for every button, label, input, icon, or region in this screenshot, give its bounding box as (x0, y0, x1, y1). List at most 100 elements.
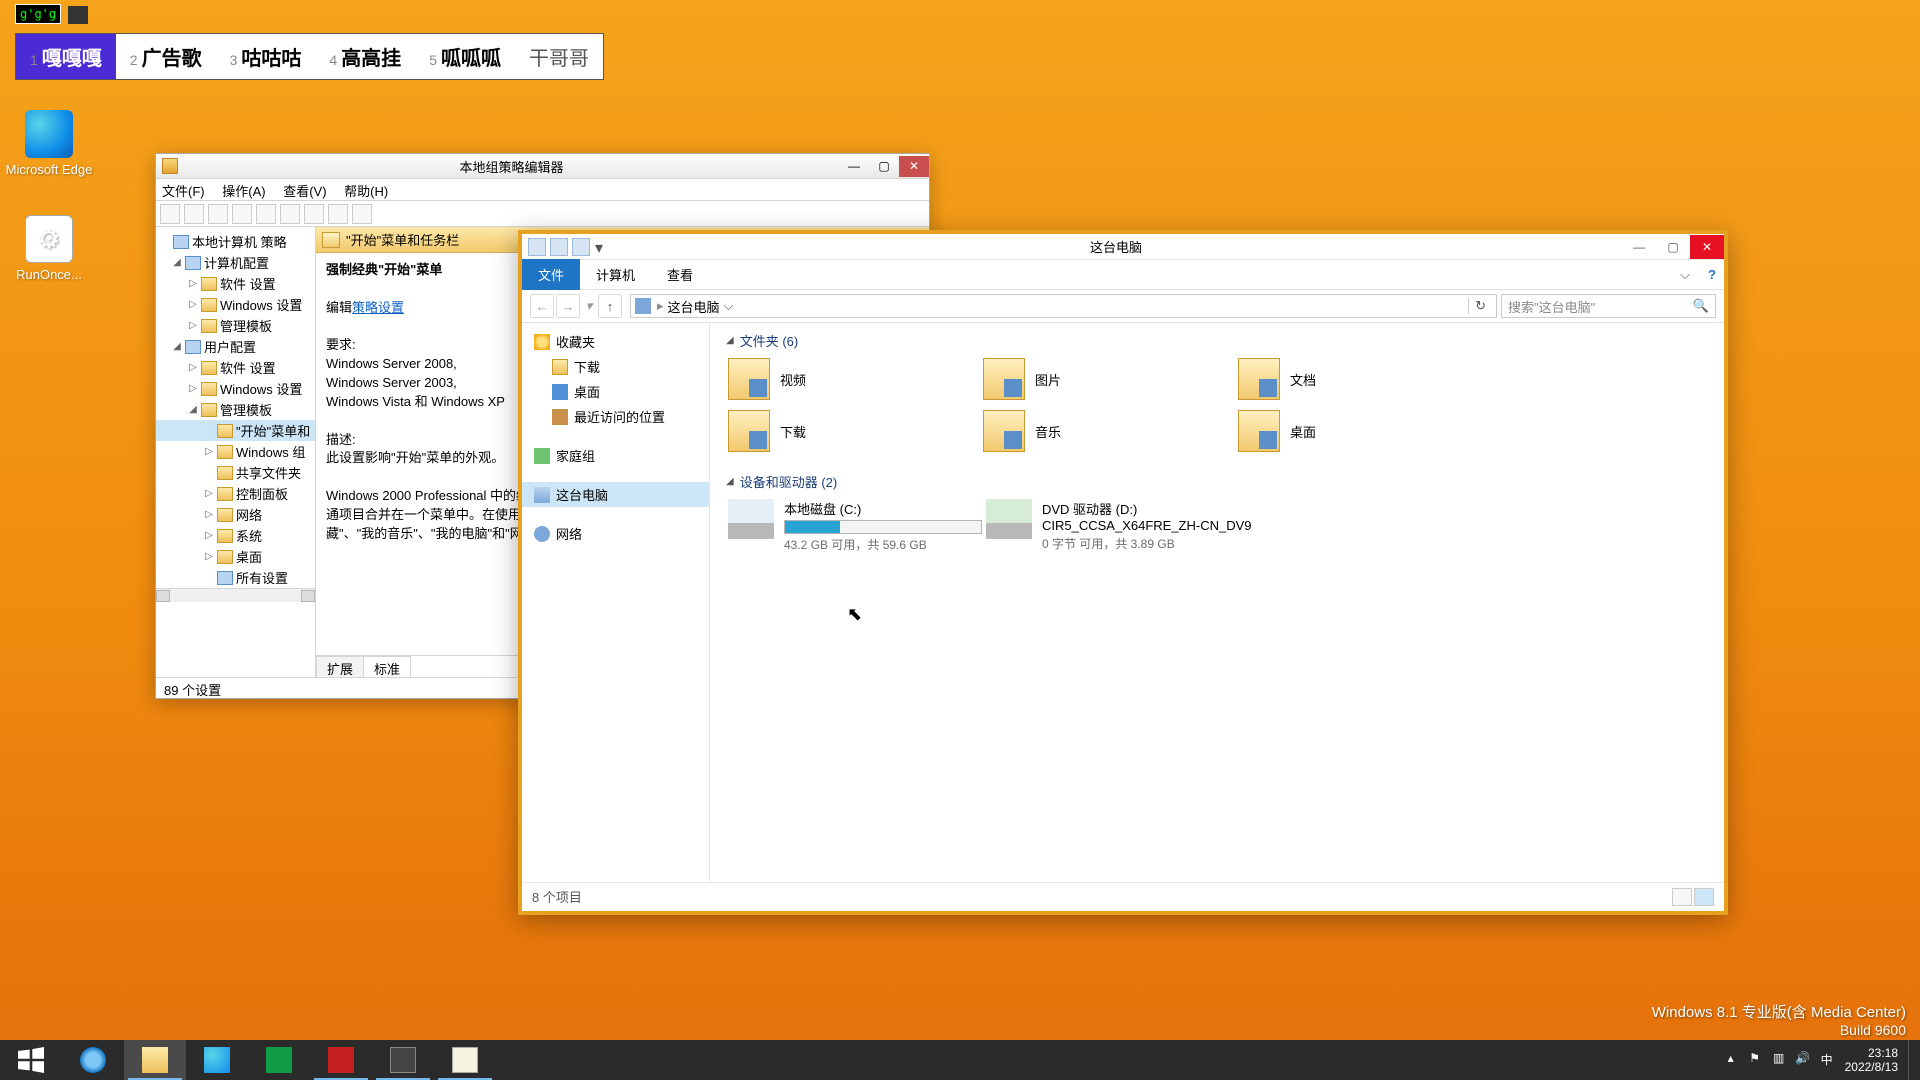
qa-dropdown-icon[interactable]: ▾ (594, 238, 604, 256)
maximize-button[interactable]: ▢ (1656, 235, 1690, 259)
tab-extended[interactable]: 扩展 (316, 656, 364, 677)
tree-node[interactable]: 所有设置 (156, 567, 315, 588)
scroll-left-icon[interactable] (156, 590, 170, 602)
taskbar-notepad[interactable] (434, 1040, 496, 1080)
content-pane[interactable]: ◢文件夹 (6) 视频 图片 文档 下载 音乐 桌面 ◢设备和驱动器 (2) 本… (710, 323, 1724, 882)
ime-input[interactable]: g'g'g (15, 4, 61, 24)
close-button[interactable]: ✕ (899, 156, 929, 177)
tool-help-icon[interactable] (280, 204, 300, 224)
taskbar-app[interactable] (372, 1040, 434, 1080)
close-button[interactable]: ✕ (1690, 235, 1724, 259)
qa-newfolder-icon[interactable] (572, 238, 590, 256)
tray-network-icon[interactable]: ▥ (1770, 1051, 1788, 1069)
tray-action-center-icon[interactable]: ⚑ (1746, 1051, 1764, 1069)
menu-action[interactable]: 操作(A) (222, 184, 265, 199)
tree-node-user-config[interactable]: ◢用户配置 (156, 336, 315, 357)
edit-policy-link[interactable]: 策略设置 (352, 300, 404, 315)
nav-homegroup[interactable]: 家庭组 (522, 443, 709, 468)
maximize-button[interactable]: ▢ (869, 156, 899, 177)
folder-pictures[interactable]: 图片 (981, 356, 1236, 402)
tree-node-computer-config[interactable]: ◢计算机配置 (156, 252, 315, 273)
menu-file[interactable]: 文件(F) (162, 184, 205, 199)
tree-node[interactable]: ▷桌面 (156, 546, 315, 567)
tree-node[interactable]: ▷软件 设置 (156, 273, 315, 294)
tab-computer[interactable]: 计算机 (580, 259, 651, 290)
tree-node-start-menu[interactable]: "开始"菜单和 (156, 420, 315, 441)
desktop-icon-runonce[interactable]: ⚙ RunOnce... (4, 215, 94, 282)
ime-more[interactable]: 干哥哥 (515, 34, 603, 79)
drive-c[interactable]: 本地磁盘 (C:) 43.2 GB 可用，共 59.6 GB (726, 497, 984, 555)
ribbon-collapse-icon[interactable]: ⌵ (1680, 267, 1690, 283)
nav-desktop[interactable]: 桌面 (522, 379, 709, 404)
folder-documents[interactable]: 文档 (1236, 356, 1491, 402)
tree-node[interactable]: ◢管理模板 (156, 399, 315, 420)
tree-node-root[interactable]: 本地计算机 策略 (156, 231, 315, 252)
address-dropdown-icon[interactable]: ⌵ (724, 298, 734, 314)
ime-candidate[interactable]: 2广告歌 (116, 34, 216, 79)
nav-network[interactable]: 网络 (522, 521, 709, 546)
menu-help[interactable]: 帮助(H) (344, 184, 388, 199)
minimize-button[interactable]: — (1622, 235, 1656, 259)
titlebar[interactable]: ▾ 这台电脑 — ▢ ✕ (522, 234, 1724, 260)
ime-candidate[interactable]: 3咕咕咕 (216, 34, 316, 79)
taskbar-edge[interactable] (186, 1040, 248, 1080)
view-details-button[interactable] (1672, 888, 1692, 906)
search-input[interactable]: 搜索"这台电脑" 🔍 (1501, 294, 1716, 318)
tool-refresh-icon[interactable] (232, 204, 252, 224)
tool-back-icon[interactable] (160, 204, 180, 224)
taskbar-app[interactable] (310, 1040, 372, 1080)
search-icon[interactable]: 🔍 (1693, 298, 1709, 314)
titlebar[interactable]: 本地组策略编辑器 — ▢ ✕ (156, 154, 929, 179)
tree-node[interactable]: ▷Windows 设置 (156, 294, 315, 315)
tree-node[interactable]: ▷Windows 组 (156, 441, 315, 462)
drive-d[interactable]: DVD 驱动器 (D:) CIR5_CCSA_X64FRE_ZH-CN_DV9 … (984, 497, 1284, 555)
start-button[interactable] (0, 1040, 62, 1080)
tray-volume-icon[interactable]: 🔊 (1794, 1051, 1812, 1069)
nav-forward-button[interactable]: → (556, 294, 580, 318)
tool-filter-icon[interactable] (352, 204, 372, 224)
folder-desktop[interactable]: 桌面 (1236, 408, 1491, 454)
tray-ime-icon[interactable]: 中 (1818, 1051, 1836, 1069)
tab-view[interactable]: 查看 (651, 259, 709, 290)
tab-standard[interactable]: 标准 (363, 656, 411, 677)
group-header-folders[interactable]: ◢文件夹 (6) (726, 331, 1708, 350)
nav-favorites[interactable]: 收藏夹 (522, 329, 709, 354)
tab-file[interactable]: 文件 (522, 259, 580, 290)
minimize-button[interactable]: — (839, 156, 869, 177)
help-icon[interactable]: ? (1708, 267, 1716, 282)
folder-videos[interactable]: 视频 (726, 356, 981, 402)
folder-downloads[interactable]: 下载 (726, 408, 981, 454)
tree-h-scrollbar[interactable] (156, 588, 315, 602)
tool-filter-icon[interactable] (304, 204, 324, 224)
nav-downloads[interactable]: 下载 (522, 354, 709, 379)
tree-node[interactable]: ▷Windows 设置 (156, 378, 315, 399)
tree-node[interactable]: ▷系统 (156, 525, 315, 546)
view-tiles-button[interactable] (1694, 888, 1714, 906)
show-desktop-button[interactable] (1908, 1040, 1916, 1080)
tree-node[interactable]: 共享文件夹 (156, 462, 315, 483)
folder-music[interactable]: 音乐 (981, 408, 1236, 454)
qa-app-icon[interactable] (528, 238, 546, 256)
qa-properties-icon[interactable] (550, 238, 568, 256)
tool-filter-icon[interactable] (328, 204, 348, 224)
tree-node[interactable]: ▷网络 (156, 504, 315, 525)
taskbar-explorer[interactable] (124, 1040, 186, 1080)
group-header-drives[interactable]: ◢设备和驱动器 (2) (726, 472, 1708, 491)
scroll-right-icon[interactable] (301, 590, 315, 602)
tray-overflow-icon[interactable]: ▴ (1722, 1051, 1740, 1069)
nav-recent[interactable]: 最近访问的位置 (522, 404, 709, 429)
ime-candidate[interactable]: 4高高挂 (315, 34, 415, 79)
tool-forward-icon[interactable] (184, 204, 204, 224)
menu-view[interactable]: 查看(V) (283, 184, 326, 199)
refresh-button[interactable]: ↻ (1468, 298, 1492, 314)
tree-node[interactable]: ▷控制面板 (156, 483, 315, 504)
address-bar[interactable]: ▸ 这台电脑 ⌵ ↻ (630, 294, 1497, 318)
ime-candidate[interactable]: 5呱呱呱 (415, 34, 515, 79)
nav-up-button[interactable]: ↑ (598, 294, 622, 318)
nav-history-dropdown[interactable]: ▾ (582, 294, 596, 318)
tree-node[interactable]: ▷管理模板 (156, 315, 315, 336)
tray-clock[interactable]: 23:18 2022/8/13 (1845, 1046, 1898, 1075)
taskbar-ie[interactable] (62, 1040, 124, 1080)
tool-export-icon[interactable] (256, 204, 276, 224)
desktop-icon-edge[interactable]: Microsoft Edge (4, 110, 94, 177)
